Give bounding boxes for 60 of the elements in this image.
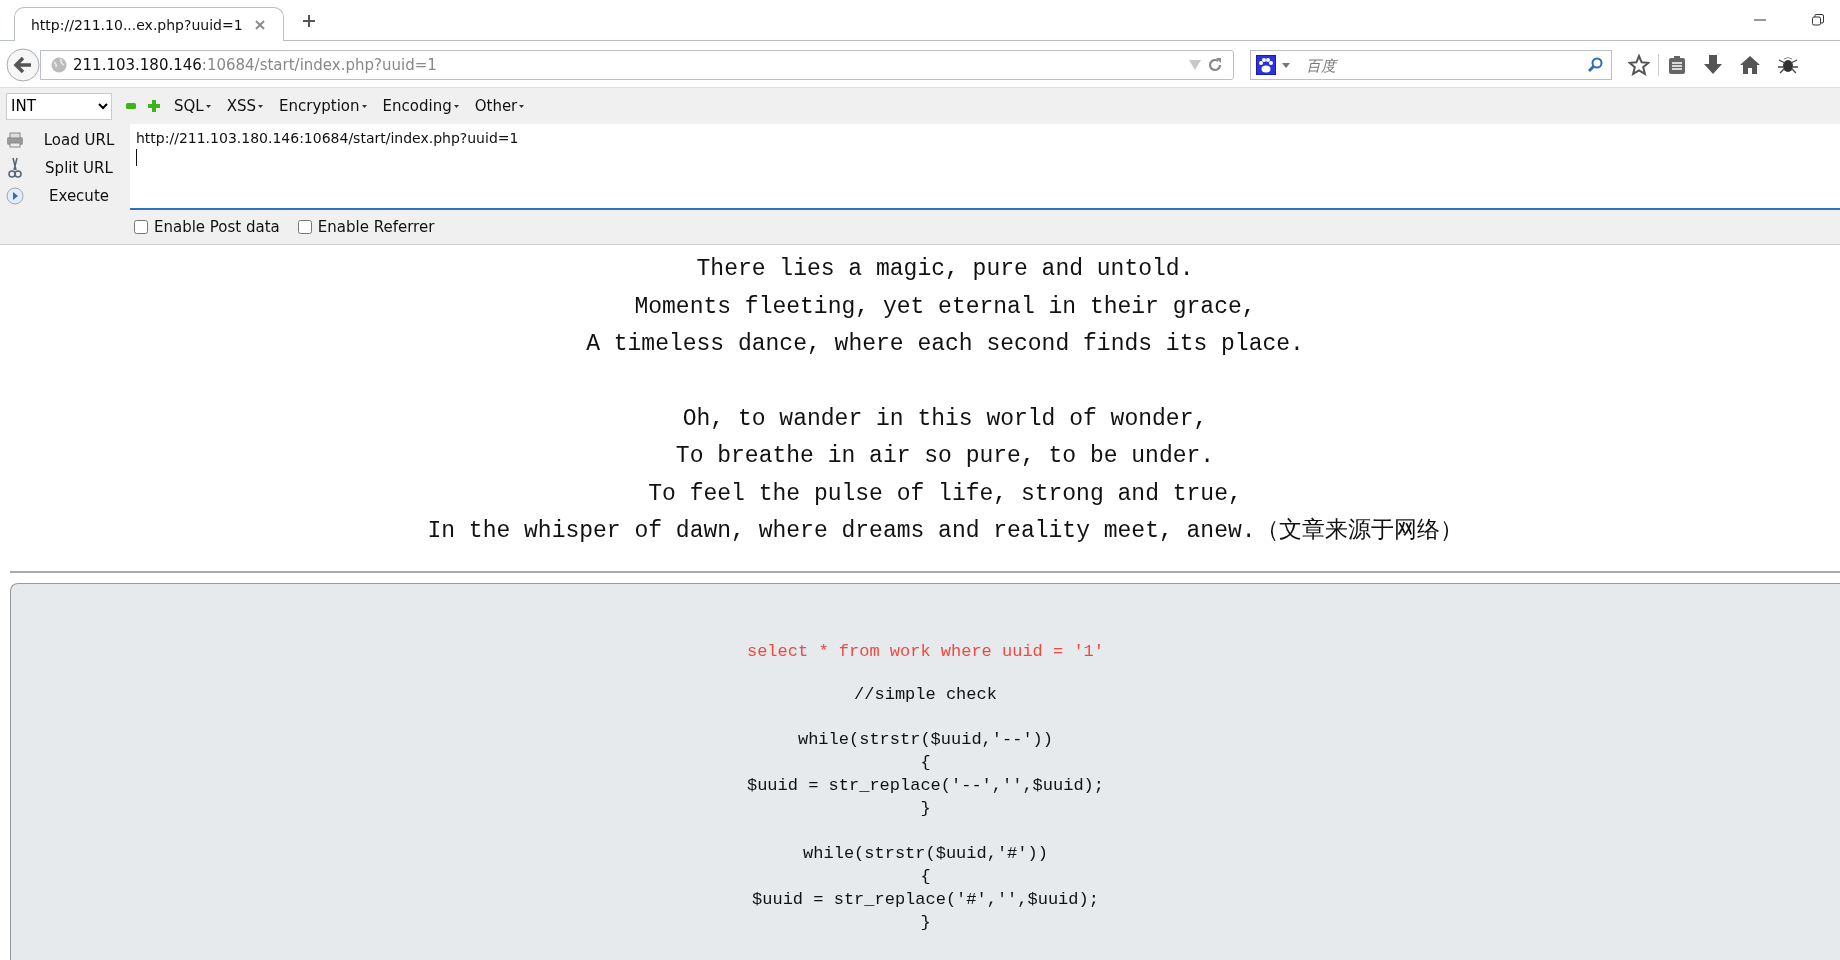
home-icon[interactable] xyxy=(1739,55,1761,75)
checkbox[interactable] xyxy=(134,220,148,234)
bug-icon[interactable] xyxy=(1777,55,1799,75)
caret-icon xyxy=(258,104,263,108)
star-icon[interactable] xyxy=(1628,54,1650,76)
code-line: while(strstr($uuid,'--')) xyxy=(796,728,1054,751)
globe-icon xyxy=(51,57,67,73)
poem-line: Moments fleeting, yet eternal in their grace, xyxy=(633,292,1257,322)
checkbox[interactable] xyxy=(297,220,312,234)
play-icon[interactable] xyxy=(6,187,24,205)
paw-icon xyxy=(1256,55,1276,75)
caret-icon xyxy=(453,104,459,108)
poem-line: To breathe in air so pure, to be under. xyxy=(674,442,1216,471)
url-host: 211.103.180.146 xyxy=(73,56,202,74)
reload-icon[interactable] xyxy=(1207,57,1223,73)
poem-line: A timeless dance, where each second finds its place. xyxy=(585,330,1305,359)
code-line: $uuid = str_replace('--','',$uuid); xyxy=(745,774,1106,797)
type-select[interactable]: INT xyxy=(6,92,112,120)
clipboard-icon[interactable] xyxy=(1667,55,1687,75)
poem-line: To feel the pulse of life, strong and true, xyxy=(647,479,1243,509)
poem-line: In the whisper of dawn, where dreams and reality meet, anew.（文章来源于网络） xyxy=(426,516,1464,546)
new-tab-icon[interactable] xyxy=(302,14,316,28)
url-text: http://211.103.180.146:10684/start/index.php?uuid=1 xyxy=(136,130,519,146)
caret-icon xyxy=(519,104,525,108)
address-bar[interactable]: 211.103.180.146:10684/start/index.php?uuid=1 xyxy=(40,50,1234,80)
restore-icon[interactable] xyxy=(1812,14,1824,26)
action-button[interactable]: Execute xyxy=(28,187,130,205)
scissors-icon[interactable] xyxy=(6,157,24,179)
action-button[interactable]: Load URL xyxy=(28,131,130,149)
code-line: $uuid = str_replace('#','',$uuid); xyxy=(751,888,1100,911)
back-icon[interactable] xyxy=(6,48,40,82)
code-line: } xyxy=(919,797,932,820)
code-line: //simple check xyxy=(853,683,998,706)
menu-button[interactable]: Encryption xyxy=(277,97,369,115)
action-button[interactable]: Split URL xyxy=(28,159,130,177)
checkbox-label: Enable Referrer xyxy=(317,218,435,236)
poem-line: There lies a magic, pure and untold. xyxy=(695,255,1195,284)
search-bar[interactable]: 百度 xyxy=(1250,50,1612,80)
code-line: { xyxy=(919,865,932,888)
menu-button[interactable]: SQL xyxy=(172,97,213,115)
plus-icon[interactable] xyxy=(148,100,160,112)
sql-query: select * from work where uuid = '1' xyxy=(745,641,1106,661)
download-icon[interactable] xyxy=(1703,54,1723,76)
poem-line: Oh, to wander in this world of wonder, xyxy=(681,404,1209,434)
browser-tab[interactable]: http://211.10...ex.php?uuid=1 xyxy=(14,7,284,41)
caret-icon xyxy=(361,104,367,108)
menu-button[interactable]: XSS xyxy=(224,97,265,115)
url-path: :10684/start/index.php?uuid=1 xyxy=(201,56,437,74)
url-textarea[interactable]: http://211.103.180.146:10684/start/index.php?uuid=1 xyxy=(130,124,1840,210)
caret-icon[interactable] xyxy=(1282,62,1290,68)
printer-icon[interactable] xyxy=(6,132,24,148)
code-line: { xyxy=(919,751,932,774)
code-line: while(strstr($uuid,'#')) xyxy=(802,842,1049,865)
code-line: } xyxy=(919,911,932,934)
caret-icon xyxy=(205,104,211,108)
close-icon[interactable] xyxy=(254,19,265,30)
menu-button[interactable]: Other xyxy=(472,97,527,115)
search-icon[interactable] xyxy=(1587,57,1603,73)
checkbox-label: Enable Post data xyxy=(154,218,280,236)
menu-button[interactable]: Encoding xyxy=(380,97,461,115)
